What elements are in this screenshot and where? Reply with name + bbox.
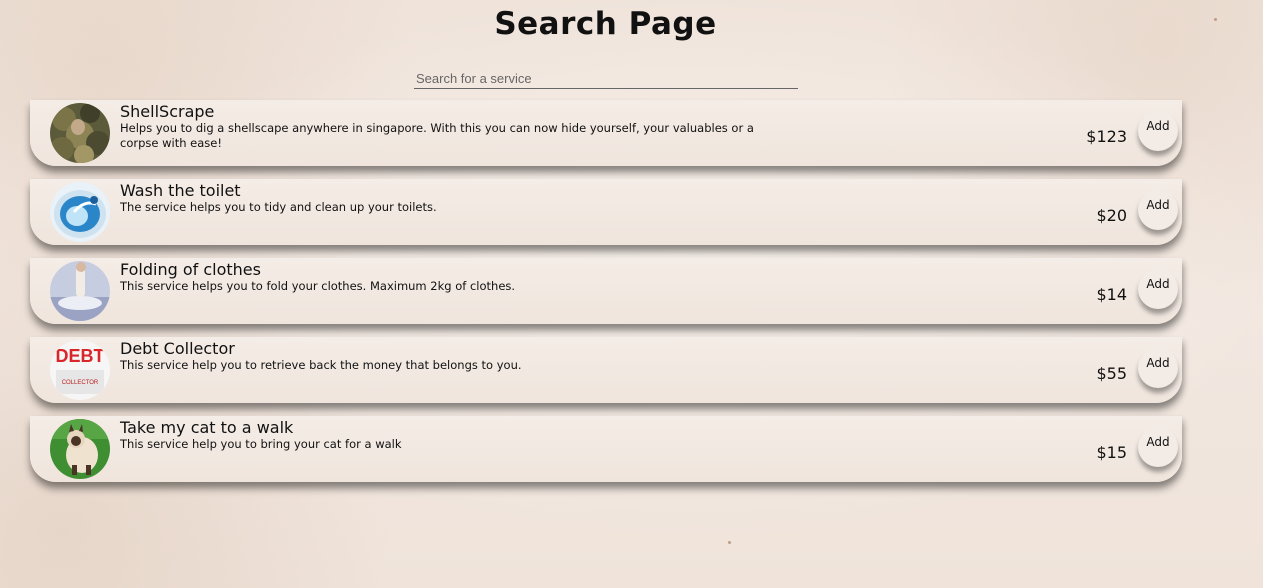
- service-name: Take my cat to a walk: [120, 418, 294, 437]
- service-name: Debt Collector: [120, 339, 235, 358]
- service-description: This service help you to bring your cat …: [120, 437, 402, 451]
- service-card: Folding of clothes This service helps yo…: [30, 258, 1182, 324]
- search-input[interactable]: [414, 68, 798, 89]
- service-name: Wash the toilet: [120, 181, 241, 200]
- service-card: Wash the toilet The service helps you to…: [30, 179, 1182, 245]
- service-price: $123: [1086, 127, 1127, 146]
- service-image: [50, 261, 110, 321]
- service-price: $15: [1096, 443, 1127, 462]
- service-list: ShellScrape Helps you to dig a shellscap…: [30, 100, 1182, 495]
- page-title: Search Page: [494, 6, 717, 42]
- background-speck: [1214, 18, 1217, 21]
- add-button[interactable]: Add: [1138, 111, 1178, 151]
- service-image: DEBT COLLECTOR: [50, 340, 110, 400]
- add-button[interactable]: Add: [1138, 348, 1178, 388]
- service-description: This service help you to retrieve back t…: [120, 358, 522, 372]
- service-image: [50, 103, 110, 163]
- add-button[interactable]: Add: [1138, 269, 1178, 309]
- service-name: ShellScrape: [120, 102, 215, 121]
- service-card: DEBT COLLECTOR Debt Collector This servi…: [30, 337, 1182, 403]
- search-bar: [414, 68, 798, 89]
- service-price: $14: [1096, 285, 1127, 304]
- service-description: This service helps you to fold your clot…: [120, 279, 516, 293]
- service-image: [50, 182, 110, 242]
- svg-text:COLLECTOR: COLLECTOR: [62, 380, 99, 386]
- service-image: [50, 419, 110, 479]
- service-card: Take my cat to a walk This service help …: [30, 416, 1182, 482]
- svg-text:DEBT: DEBT: [56, 346, 105, 366]
- service-description: The service helps you to tidy and clean …: [120, 200, 437, 214]
- service-price: $20: [1096, 206, 1127, 225]
- service-name: Folding of clothes: [120, 260, 261, 279]
- service-price: $55: [1096, 364, 1127, 383]
- service-description: Helps you to dig a shellscape anywhere i…: [120, 121, 754, 150]
- add-button[interactable]: Add: [1138, 427, 1178, 467]
- service-card: ShellScrape Helps you to dig a shellscap…: [30, 100, 1182, 166]
- background-speck: [728, 541, 731, 544]
- add-button[interactable]: Add: [1138, 190, 1178, 230]
